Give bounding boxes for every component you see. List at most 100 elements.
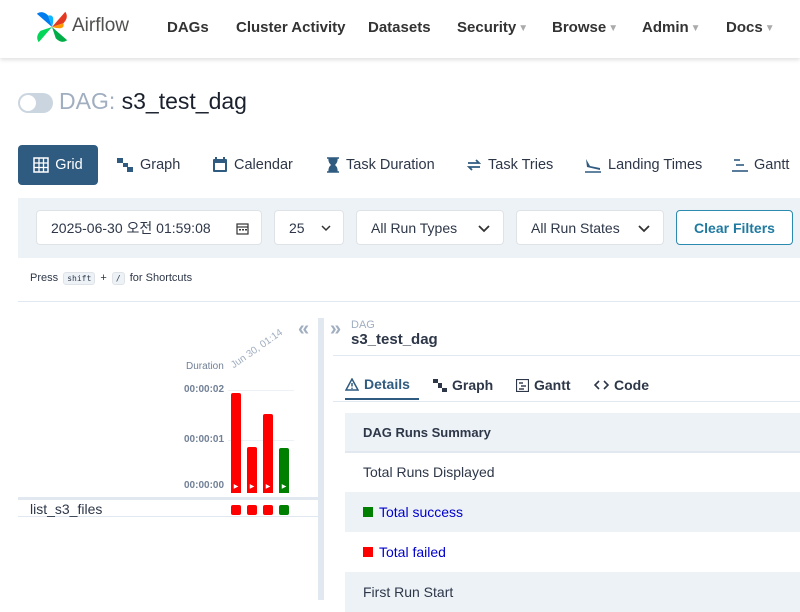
nav-admin-label: Admin — [642, 19, 689, 36]
tab-grid-label: Grid — [55, 157, 83, 173]
tab-calendar-label: Calendar — [234, 157, 293, 173]
shortcuts-hint: Press shift + / for Shortcuts — [30, 272, 192, 285]
task-instance-square[interactable] — [279, 505, 289, 515]
duration-tick: 00:00:02 — [184, 384, 225, 395]
nav-security-label: Security — [457, 19, 517, 36]
table-row: Total success — [345, 492, 800, 532]
brand-name[interactable]: Airflow — [72, 15, 129, 37]
table-header-label: DAG Runs Summary — [363, 424, 491, 440]
run-type-icon: ▶ — [281, 484, 287, 490]
grid-line — [228, 390, 294, 391]
chevron-down-icon: ▼ — [518, 23, 529, 34]
nav-browse[interactable]: Browse ▼ — [552, 19, 618, 36]
table-row: Total Runs Displayed — [345, 452, 800, 492]
breadcrumb-dag-name[interactable]: s3_test_dag — [351, 331, 438, 348]
run-duration-bar[interactable]: ▶ — [231, 393, 241, 493]
shift-key: shift — [63, 272, 96, 285]
page-title: DAG: s3_test_dag — [59, 88, 247, 115]
task-instance-square[interactable] — [231, 505, 241, 515]
nav-cluster-activity[interactable]: Cluster Activity — [236, 19, 345, 36]
row-label: First Run Start — [363, 584, 454, 600]
details-tab-details-label: Details — [364, 376, 410, 392]
task-name[interactable]: list_s3_files — [30, 501, 102, 517]
run-duration-bar[interactable]: ▶ — [263, 414, 273, 493]
run-duration-bar[interactable]: ▶ — [279, 448, 289, 493]
retry-icon — [466, 159, 482, 171]
gantt-icon — [516, 378, 529, 392]
duration-axis-label: Duration — [186, 361, 224, 372]
base-date-input[interactable]: 2025-06-30 오전 01:59:08 — [36, 210, 262, 245]
nav-datasets[interactable]: Datasets — [368, 19, 431, 36]
details-tab-graph[interactable]: Graph — [433, 370, 493, 400]
tab-task-duration-label: Task Duration — [346, 157, 435, 173]
divider — [333, 401, 800, 402]
expand-details-icon[interactable]: » — [330, 318, 341, 341]
total-success-link[interactable]: Total success — [379, 504, 463, 520]
run-type-value: All Run Types — [371, 219, 458, 236]
graph-icon — [117, 158, 133, 172]
breadcrumb-label: DAG — [351, 319, 375, 331]
tab-graph-label: Graph — [140, 157, 181, 173]
run-duration-bar[interactable]: ▶ — [247, 447, 257, 493]
dag-title-prefix: DAG: — [59, 88, 116, 114]
calendar-icon — [213, 157, 227, 172]
task-instance-square[interactable] — [263, 505, 273, 515]
clear-filters-button[interactable]: Clear Filters — [676, 210, 793, 245]
tab-landing-times-label: Landing Times — [608, 157, 703, 173]
run-state-select[interactable]: All Run States — [516, 210, 664, 245]
run-type-icon: ▶ — [233, 484, 239, 490]
details-tab-details[interactable]: Details — [345, 370, 419, 400]
task-instance-square[interactable] — [247, 505, 257, 515]
panel-resize-handle[interactable] — [318, 318, 324, 600]
dag-title-name: s3_test_dag — [121, 88, 247, 114]
tab-task-tries[interactable]: Task Tries — [466, 145, 553, 185]
run-type-icon: ▶ — [265, 484, 271, 490]
shortcuts-press: Press — [30, 272, 59, 284]
run-type-select[interactable]: All Run Types — [356, 210, 504, 245]
tab-grid[interactable]: Grid — [18, 145, 98, 185]
chevron-down-icon: ▼ — [608, 23, 619, 34]
shortcuts-plus: + — [100, 272, 107, 284]
grid-icon — [33, 157, 50, 173]
tab-calendar[interactable]: Calendar — [212, 145, 293, 185]
warning-icon — [345, 377, 359, 391]
graph-icon — [433, 378, 447, 392]
duration-tick: 00:00:00 — [184, 480, 225, 491]
filter-bar: 2025-06-30 오전 01:59:08 25 All Run Types … — [18, 198, 800, 258]
tab-gantt-label: Gantt — [754, 157, 790, 173]
tab-graph[interactable]: Graph — [117, 145, 180, 185]
details-tab-code[interactable]: Code — [594, 370, 649, 400]
tab-gantt[interactable]: Gantt — [732, 145, 789, 185]
table-header: DAG Runs Summary — [345, 413, 800, 453]
nav-dags[interactable]: DAGs — [167, 19, 209, 36]
failed-state-icon — [363, 547, 373, 557]
nav-docs-label: Docs — [726, 19, 763, 36]
run-type-icon: ▶ — [249, 484, 255, 490]
table-row: First Run Start — [345, 572, 800, 612]
tab-task-duration[interactable]: Task Duration — [326, 145, 435, 185]
tab-landing-times[interactable]: Landing Times — [584, 145, 702, 185]
collapse-grid-icon[interactable]: « — [298, 318, 309, 341]
details-tab-gantt[interactable]: Gantt — [516, 370, 571, 400]
num-runs-select[interactable]: 25 — [274, 210, 344, 245]
nav-admin[interactable]: Admin ▼ — [642, 19, 701, 36]
task-row[interactable]: list_s3_files — [18, 497, 318, 517]
tab-task-tries-label: Task Tries — [488, 157, 554, 173]
total-failed-link[interactable]: Total failed — [379, 544, 446, 560]
details-tab-code-label: Code — [614, 377, 649, 393]
base-date-value: 2025-06-30 오전 01:59:08 — [51, 219, 211, 236]
gantt-icon — [732, 159, 748, 172]
nav-docs[interactable]: Docs ▼ — [726, 19, 775, 36]
dag-pause-toggle[interactable] — [18, 93, 53, 113]
calendar-picker-icon[interactable] — [236, 222, 249, 235]
details-tab-gantt-label: Gantt — [534, 377, 571, 393]
code-icon — [594, 380, 609, 390]
run-state-value: All Run States — [531, 219, 620, 236]
shortcuts-suffix: for Shortcuts — [129, 272, 193, 284]
airflow-logo-icon[interactable] — [32, 8, 72, 46]
nav-security[interactable]: Security ▼ — [457, 19, 528, 36]
row-label: Total Runs Displayed — [363, 464, 495, 480]
divider — [333, 355, 800, 356]
success-state-icon — [363, 507, 373, 517]
table-row: Total failed — [345, 532, 800, 572]
